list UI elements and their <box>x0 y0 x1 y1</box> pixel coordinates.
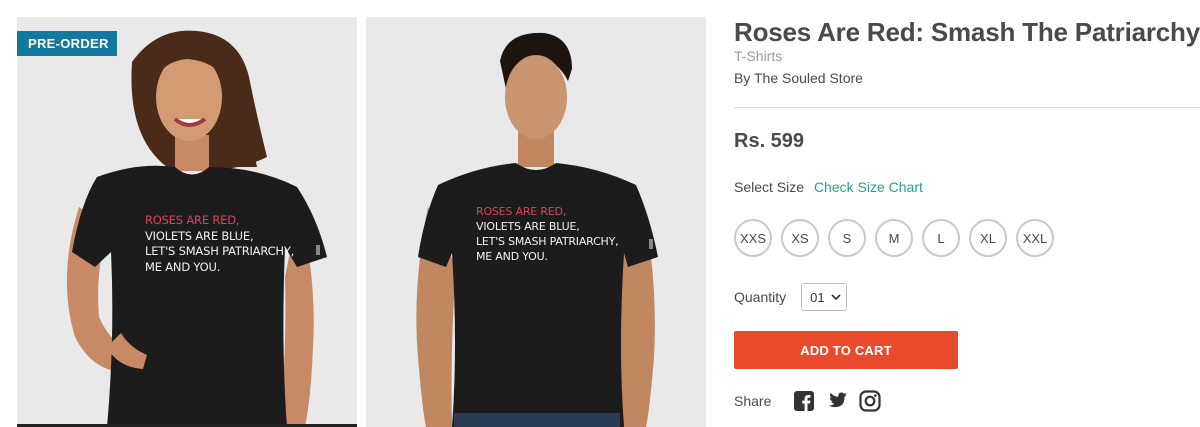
size-select-label: Select Size <box>734 179 805 195</box>
print-line: ROSES ARE RED, <box>476 205 567 218</box>
divider <box>734 107 1200 108</box>
quantity-select[interactable]: 01 <box>801 283 848 311</box>
product-price: Rs. 599 <box>734 130 805 152</box>
print-line: VIOLETS ARE BLUE, <box>476 220 580 233</box>
product-image-female[interactable]: PRE-ORDER ROSES ARE RED, VIOLETS ARE BLU… <box>17 17 357 427</box>
print-line: ME AND YOU. <box>476 250 548 263</box>
product-image-male[interactable]: ROSES ARE RED, VIOLETS ARE BLUE, LET'S S… <box>366 17 706 427</box>
print-line: VIOLETS ARE BLUE, <box>145 228 254 243</box>
shirt-print-text: ROSES ARE RED, VIOLETS ARE BLUE, LET'S S… <box>145 213 294 275</box>
size-option-xl[interactable]: XL <box>969 219 1007 257</box>
quantity-value: 01 <box>810 289 825 305</box>
print-line: LET'S SMASH PATRIARCHY, <box>476 235 619 248</box>
size-option-l[interactable]: L <box>922 219 960 257</box>
print-line: ME AND YOU. <box>145 259 221 274</box>
print-line: LET'S SMASH PATRIARCHY, <box>145 244 295 258</box>
quantity-label: Quantity <box>734 289 787 305</box>
shirt-print-text: ROSES ARE RED, VIOLETS ARE BLUE, LET'S S… <box>476 204 619 264</box>
product-title: Roses Are Red: Smash The Patriarchy <box>734 17 1200 47</box>
size-select-row: Select Size Check Size Chart <box>734 179 923 195</box>
size-option-xxs[interactable]: XXS <box>734 219 772 257</box>
quantity-row: Quantity 01 <box>734 283 848 311</box>
chevron-down-icon <box>831 293 841 300</box>
size-options: XXS XS S M L XL XXL <box>734 219 1054 257</box>
size-chart-link[interactable]: Check Size Chart <box>814 179 923 195</box>
size-option-xxl[interactable]: XXL <box>1016 219 1054 257</box>
size-option-m[interactable]: M <box>875 219 913 257</box>
instagram-icon[interactable] <box>859 390 881 412</box>
product-category: T-Shirts <box>734 48 783 64</box>
facebook-icon[interactable] <box>793 390 815 412</box>
pre-order-badge: PRE-ORDER <box>17 31 117 56</box>
size-option-xs[interactable]: XS <box>781 219 819 257</box>
share-label: Share <box>734 393 772 409</box>
product-info-panel: Roses Are Red: Smash The Patriarchy T-Sh… <box>734 0 1200 427</box>
add-to-cart-button[interactable]: ADD TO CART <box>734 331 958 369</box>
product-byline: By The Souled Store <box>734 70 863 86</box>
print-line: ROSES ARE RED, <box>145 213 240 227</box>
twitter-icon[interactable] <box>826 390 848 412</box>
size-option-s[interactable]: S <box>828 219 866 257</box>
share-row: Share <box>734 390 892 412</box>
